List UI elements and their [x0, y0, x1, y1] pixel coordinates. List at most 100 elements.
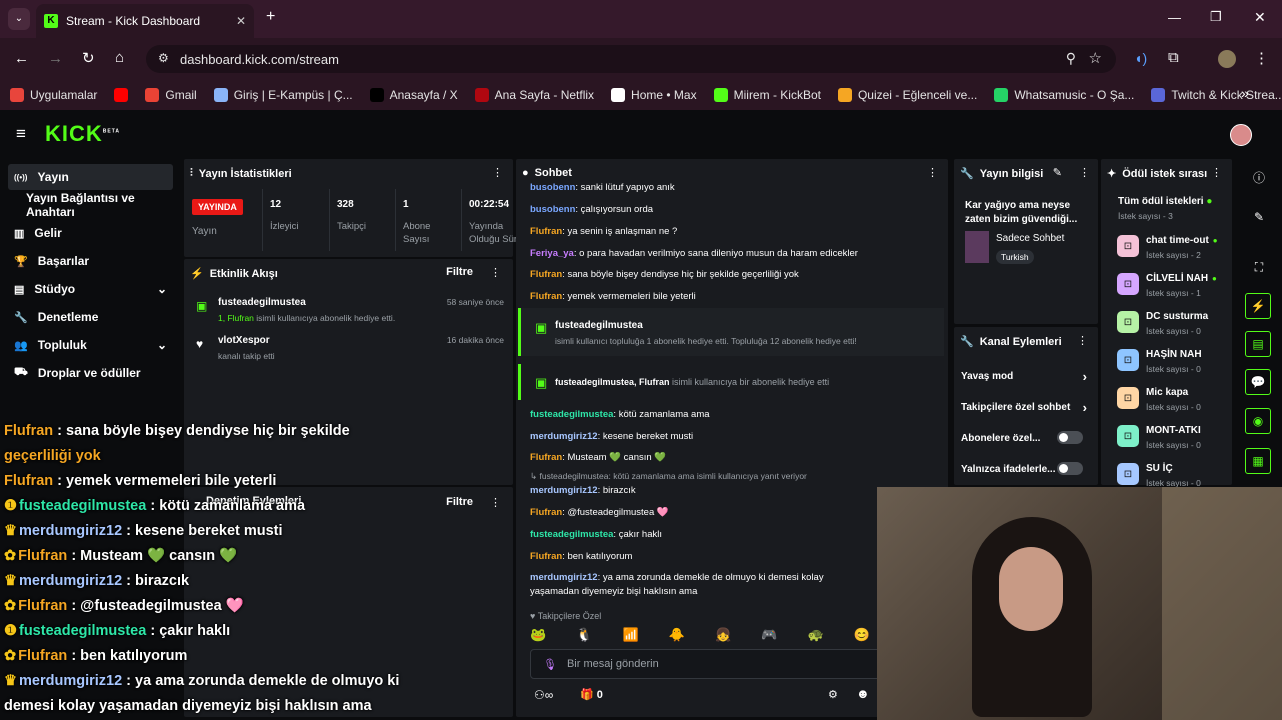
reward-item[interactable]: ⊡ DC susturma İstek sayısı - 0 [1117, 308, 1229, 340]
forward-button[interactable]: → [48, 50, 63, 67]
info-menu-icon[interactable]: ⋮ [1079, 166, 1090, 179]
extensions-puzzle-icon[interactable]: ⧉ [1168, 49, 1179, 66]
chevron-down-icon[interactable]: ⌄ [157, 282, 167, 296]
rewards-menu-icon[interactable]: ⋮ [1211, 166, 1222, 179]
minimize-button[interactable]: — [1168, 10, 1181, 25]
edit-info-icon[interactable]: ✎ [1053, 166, 1062, 179]
emote-icon[interactable]: 🐧 [576, 627, 592, 647]
zoom-icon[interactable]: ⚲ [1066, 50, 1076, 67]
channel-action-arrow[interactable]: Takipçilere özel sohbet › [961, 396, 1091, 418]
sidebar-item[interactable]: ⛟ Droplar ve ödüller [8, 360, 173, 386]
sidebar-item[interactable]: Yayın Bağlantısı ve Anahtarı [8, 191, 173, 219]
activity-user[interactable]: fusteadegilmustea [218, 297, 306, 308]
broadcast-icon[interactable]: ◉ [1245, 408, 1271, 434]
chat-username[interactable]: Feriya_ya [530, 248, 574, 259]
window-close-button[interactable]: ✕ [1254, 9, 1266, 26]
back-button[interactable]: ← [14, 50, 29, 67]
address-bar[interactable]: ⚙ dashboard.kick.com/stream ⚲ ☆ [146, 45, 1116, 73]
chat-menu-icon[interactable]: ⋮ [927, 166, 938, 179]
emote-icon[interactable]: 🎮 [761, 627, 777, 647]
chat-settings-icon[interactable]: ⚙ [828, 688, 838, 701]
emote-icon[interactable]: 📶 [623, 627, 639, 647]
panel-icon[interactable]: ▦ [1245, 448, 1271, 474]
reward-item[interactable]: ⊡ Mic kapa İstek sayısı - 0 [1117, 384, 1229, 416]
emote-picker-icon[interactable]: ☻ [856, 686, 870, 701]
tab-search-button[interactable]: ⌄ [8, 8, 30, 30]
chat-toggle-icon[interactable]: 💬 [1245, 369, 1271, 395]
chevron-right-icon[interactable]: › [1083, 400, 1087, 415]
chevron-right-icon[interactable]: › [1083, 369, 1087, 384]
channel-action-toggle[interactable]: Abonelere özel... [961, 427, 1091, 449]
reward-item[interactable]: ⊡ chat time-out ● İstek sayısı - 2 [1117, 232, 1229, 264]
chat-username[interactable]: busobenn [530, 204, 575, 215]
emote-icon[interactable]: 🐥 [669, 627, 685, 647]
chat-username[interactable]: Flufran [530, 452, 562, 463]
bookmark-item[interactable] [114, 88, 129, 102]
gift2-recipient[interactable]: , Flufran [634, 377, 670, 387]
chat-username[interactable]: merdumgiriz12 [530, 431, 598, 442]
bookmark-item[interactable]: Miirem - KickBot [713, 88, 821, 102]
sidebar-item[interactable]: ((•)) Yayın [8, 164, 173, 190]
notes-icon[interactable]: ▤ [1245, 331, 1271, 357]
all-rewards-link[interactable]: Tüm ödül istekleri ● [1118, 196, 1212, 207]
stats-menu-icon[interactable]: ⋮ [492, 166, 503, 179]
gift1-user[interactable]: fusteadegilmustea [555, 320, 643, 331]
toggle-switch[interactable] [1057, 431, 1083, 444]
bookmark-star-icon[interactable]: ☆ [1089, 49, 1102, 67]
sidebar-item[interactable]: 🏆 Başarılar [8, 248, 173, 274]
quick-action-icon[interactable]: ⚡ [1245, 293, 1271, 319]
chat-username[interactable]: Flufran [530, 291, 562, 302]
bookmarks-overflow-icon[interactable]: » [1241, 85, 1249, 101]
emote-icon[interactable]: 👧 [715, 627, 731, 647]
site-info-icon[interactable]: ⚙ [158, 51, 169, 65]
kick-logo[interactable]: KICKBETA [45, 121, 120, 147]
home-button[interactable]: ⌂ [115, 49, 124, 66]
bookmark-item[interactable]: Quizei - Eğlenceli ve... [837, 88, 977, 102]
stream-tag[interactable]: Turkish [996, 250, 1034, 264]
tab-close-icon[interactable]: ✕ [236, 14, 246, 28]
bookmark-item[interactable]: Anasayfa / X [369, 88, 458, 102]
bookmark-item[interactable]: Uygulamalar [10, 88, 97, 102]
bookmark-item[interactable]: Home • Max [611, 88, 697, 102]
mic-icon[interactable]: 🎙 [543, 658, 557, 671]
chat-username[interactable]: busobenn [530, 182, 575, 193]
browser-tab[interactable]: K Stream - Kick Dashboard ✕ [36, 4, 254, 38]
activity-menu-icon[interactable]: ⋮ [490, 266, 501, 279]
category-name[interactable]: Sadece Sohbet [996, 233, 1064, 244]
hamburger-menu-icon[interactable]: ≡ [16, 124, 26, 144]
chevron-down-icon[interactable]: ⌄ [157, 338, 167, 352]
sidebar-item[interactable]: 🔧 Denetleme [8, 304, 173, 330]
extension-icon[interactable]: ◖) [1134, 50, 1147, 66]
emote-icon[interactable]: 🐢 [808, 627, 824, 647]
points-display[interactable]: 🎁 0 [580, 688, 603, 701]
maximize-button[interactable]: ❐ [1210, 9, 1222, 25]
activity-filter-button[interactable]: Filtre [446, 266, 473, 278]
emote-icon[interactable]: 😊 [854, 627, 870, 647]
emote-icon[interactable]: 🐸 [530, 627, 546, 647]
edit-icon[interactable]: ✎ [1246, 204, 1272, 230]
reward-item[interactable]: ⊡ HAŞİN NAH İstek sayısı - 0 [1117, 346, 1229, 378]
reward-item[interactable]: ⊡ MONT-ATKI İstek sayısı - 0 [1117, 422, 1229, 454]
user-avatar[interactable] [1230, 124, 1252, 146]
browser-menu-icon[interactable]: ⋮ [1254, 49, 1269, 67]
channel-action-arrow[interactable]: Yavaş mod › [961, 365, 1091, 387]
info-icon[interactable]: ⓘ [1246, 164, 1272, 190]
sidebar-item[interactable]: ▤ Stüdyo ⌄ [8, 276, 173, 302]
chat-username[interactable]: fusteadegilmustea [530, 409, 613, 420]
chat-username[interactable]: Flufran [530, 226, 562, 237]
actions-menu-icon[interactable]: ⋮ [1077, 334, 1088, 347]
reload-button[interactable]: ↻ [82, 49, 95, 67]
bookmark-item[interactable]: Ana Sayfa - Netflix [474, 88, 594, 102]
gift2-user[interactable]: fusteadegilmustea [555, 377, 634, 387]
chat-username[interactable]: Flufran [530, 507, 562, 518]
bookmark-item[interactable]: Whatsamusic - O Şa... [994, 88, 1134, 102]
new-tab-button[interactable]: + [266, 8, 275, 26]
sidebar-item[interactable]: 👥 Topluluk ⌄ [8, 332, 173, 358]
activity-user[interactable]: vlotXespor [218, 335, 270, 346]
bookmark-item[interactable]: Gmail [145, 88, 197, 102]
chat-users-icon[interactable]: ⚇∞ [534, 688, 553, 702]
chat-username[interactable]: fusteadegilmustea [530, 529, 613, 540]
layout-icon[interactable]: ⛶ [1246, 254, 1272, 280]
chat-username[interactable]: merdumgiriz12 [530, 485, 598, 496]
toggle-switch[interactable] [1057, 462, 1083, 475]
